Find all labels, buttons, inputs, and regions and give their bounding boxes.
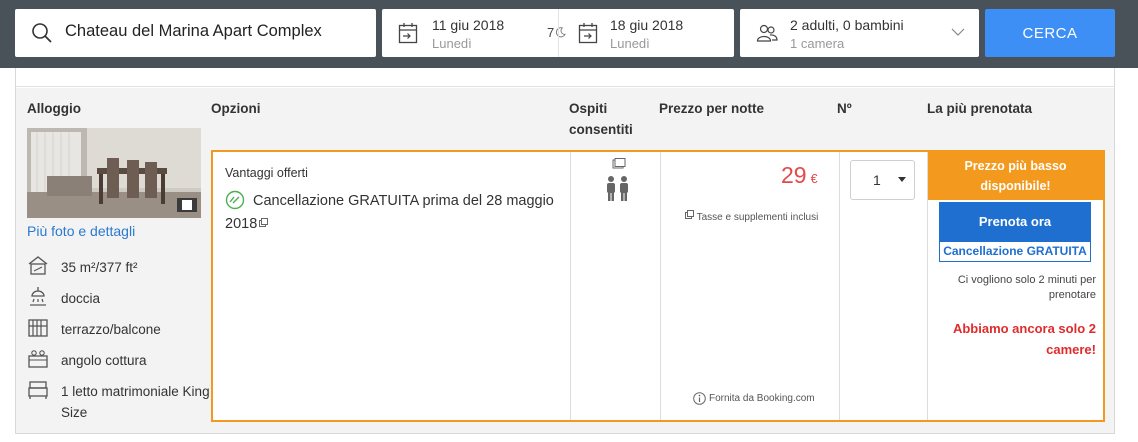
info-icon[interactable] — [693, 392, 706, 405]
kitchenette-icon — [28, 350, 48, 368]
amenity-bed-label: 1 letto matrimoniale King Size — [61, 384, 210, 420]
amenity-area-label: 35 m²/377 ft² — [61, 260, 138, 275]
area-icon — [28, 256, 48, 275]
search-button[interactable]: CERCA — [985, 9, 1115, 57]
rooms-summary: 1 camera — [790, 36, 845, 51]
perk-free-cancel-text: Cancellazione GRATUITA prima del 28 magg… — [225, 193, 554, 232]
price-value: 29 — [781, 162, 807, 188]
price-currency: € — [810, 172, 818, 186]
amenity-balcony-label: terrazzo/balcone — [61, 322, 161, 337]
free-cancellation-tag: Cancellazione GRATUITA — [939, 241, 1091, 262]
search-icon — [32, 23, 52, 43]
header-guests: Ospiti consentiti — [569, 101, 633, 137]
rooms-table: Alloggio Opzioni Ospiti consentiti Prezz… — [16, 88, 1114, 433]
amenity-shower-label: doccia — [61, 291, 101, 306]
nights-value: 7 — [547, 25, 555, 40]
panel-top-strip — [16, 68, 1114, 87]
external-link-icon[interactable] — [259, 218, 269, 227]
sep-2 — [660, 152, 661, 420]
checkout-weekday: Lunedì — [610, 36, 650, 51]
best-price-banner: Prezzo più basso disponibile! — [928, 152, 1103, 200]
guests-field[interactable]: 2 adulti, 0 bambini 1 camera — [740, 9, 979, 57]
calendar-checkin-icon — [398, 23, 418, 44]
room-photo[interactable] — [27, 128, 201, 218]
checkin-field[interactable]: 11 giu 2018 Lunedì 7 — [382, 9, 567, 57]
header-accommodation: Alloggio — [27, 101, 81, 116]
search-bar: Chateau del Marina Apart Complex 11 giu … — [0, 0, 1138, 68]
header-number: Nº — [837, 101, 852, 116]
amenity-kitchenette-label: angolo cottura — [61, 353, 147, 368]
dates-field: 11 giu 2018 Lunedì 7 18 giu 2018 Lunedì — [382, 9, 734, 57]
header-price: Prezzo per notte — [659, 101, 765, 116]
offer-row: Vantaggi offerti Cancellazione GRATUITA … — [211, 150, 1105, 422]
perk-free-cancel: Cancellazione GRATUITA prima del 28 magg… — [225, 190, 555, 236]
amenity-kitchenette: angolo cottura — [27, 347, 217, 371]
checkout-field[interactable]: 18 giu 2018 Lunedì — [559, 9, 734, 57]
balcony-icon — [28, 319, 48, 337]
external-link-icon[interactable] — [685, 210, 694, 219]
checkout-date: 18 giu 2018 — [610, 17, 684, 33]
calendar-checkout-icon — [578, 23, 598, 44]
destination-input[interactable]: Chateau del Marina Apart Complex — [65, 22, 322, 41]
chevron-down-icon — [951, 28, 965, 36]
more-photos-link[interactable]: Più foto e dettagli — [27, 223, 135, 239]
sep-1 — [570, 152, 571, 420]
dropdown-arrow-icon — [898, 177, 906, 182]
price: 29 € — [781, 162, 818, 189]
rooms-left-alert: Abbiamo ancora solo 2 camere! — [952, 321, 1096, 357]
tax-note-text: Tasse e supplementi inclusi — [696, 212, 819, 223]
bed-icon — [28, 381, 48, 399]
checkin-weekday: Lunedì — [432, 36, 472, 51]
two-minutes-note: Ci vogliono solo 2 minuti per prenotare — [957, 274, 1096, 301]
book-now-button[interactable]: Prenota ora — [939, 202, 1091, 241]
guests-summary: 2 adulti, 0 bambini — [790, 17, 904, 33]
shower-icon — [30, 287, 46, 306]
guests-icon — [756, 24, 778, 42]
amenity-balcony: terrazzo/balcone — [27, 316, 217, 340]
room-quantity-value: 1 — [873, 172, 881, 188]
header-most-booked: La più prenotata — [927, 101, 1033, 116]
sep-3 — [839, 152, 840, 420]
two-guests-icon — [607, 158, 628, 201]
provider-note: Fornita da Booking.com — [693, 392, 815, 405]
destination-field[interactable]: Chateau del Marina Apart Complex — [15, 9, 376, 57]
room-quantity-select[interactable]: 1 — [850, 160, 915, 200]
header-options: Opzioni — [211, 101, 261, 116]
amenity-bed: 1 letto matrimoniale King Size — [27, 378, 217, 422]
checkin-date: 11 giu 2018 — [432, 17, 505, 33]
amenity-area: 35 m²/377 ft² — [27, 254, 217, 278]
tax-note: Tasse e supplementi inclusi — [683, 210, 818, 223]
amenity-shower: doccia — [27, 285, 217, 309]
room-panel: Alloggio Opzioni Ospiti consentiti Prezz… — [15, 68, 1115, 434]
perks-title: Vantaggi offerti — [225, 166, 308, 180]
provider-text: Fornita da Booking.com — [709, 393, 815, 404]
